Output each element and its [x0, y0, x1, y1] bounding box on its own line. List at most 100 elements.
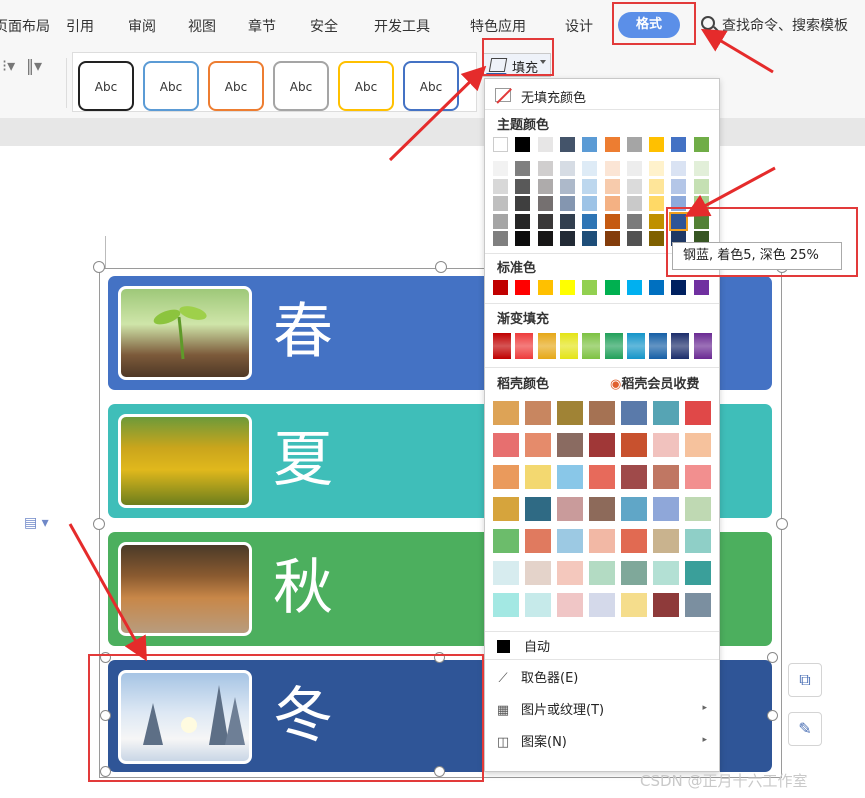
theme-color-swatch[interactable]	[537, 137, 553, 152]
daoke-color-swatch[interactable]	[589, 433, 615, 457]
daoke-color-swatch[interactable]	[493, 465, 519, 489]
theme-shade-swatch[interactable]	[493, 231, 508, 246]
theme-shade-swatch[interactable]	[515, 196, 531, 211]
winter-handle-top-right[interactable]	[767, 652, 778, 663]
daoke-color-swatch[interactable]	[653, 465, 679, 489]
eyedropper-item[interactable]: ⟋ 取色器(E)	[495, 667, 578, 686]
document-options-icon[interactable]: ▤ ▾	[24, 515, 49, 531]
gradient-swatch[interactable]	[582, 333, 601, 359]
theme-shade-swatch[interactable]	[604, 196, 620, 211]
theme-color-swatch[interactable]	[493, 137, 508, 152]
shape-style-2[interactable]: Abc	[143, 61, 199, 111]
shape-style-3[interactable]: Abc	[208, 61, 264, 111]
theme-shade-swatch[interactable]	[559, 196, 575, 211]
theme-shade-swatch[interactable]	[582, 161, 598, 176]
daoke-color-swatch[interactable]	[653, 497, 679, 521]
theme-shade-swatch[interactable]	[559, 231, 575, 246]
theme-shade-swatch[interactable]	[493, 213, 508, 229]
daoke-color-swatch[interactable]	[525, 561, 551, 585]
gradient-swatch[interactable]	[626, 333, 645, 359]
daoke-color-swatch[interactable]	[493, 497, 519, 521]
theme-shade-swatch[interactable]	[515, 213, 531, 229]
daoke-color-swatch[interactable]	[557, 529, 583, 553]
theme-shade-swatch[interactable]	[626, 231, 642, 246]
theme-color-swatch[interactable]	[693, 137, 709, 152]
daoke-color-swatch[interactable]	[557, 561, 583, 585]
tab-sections[interactable]: 章节	[248, 16, 276, 36]
tab-security[interactable]: 安全	[310, 16, 338, 36]
daoke-color-swatch[interactable]	[493, 401, 519, 425]
tab-view[interactable]: 视图	[188, 16, 216, 36]
standard-color-swatch[interactable]	[649, 280, 665, 295]
theme-shade-swatch[interactable]	[537, 161, 553, 176]
theme-shade-swatch[interactable]	[693, 178, 709, 194]
daoke-color-swatch[interactable]	[653, 529, 679, 553]
theme-shade-swatch[interactable]	[537, 178, 553, 194]
daoke-color-swatch[interactable]	[525, 401, 551, 425]
theme-shade-swatch[interactable]	[493, 196, 508, 211]
daoke-color-swatch[interactable]	[685, 497, 711, 521]
daoke-color-swatch[interactable]	[685, 561, 711, 585]
daoke-color-swatch[interactable]	[589, 561, 615, 585]
shape-style-5[interactable]: Abc	[338, 61, 394, 111]
standard-color-swatch[interactable]	[582, 280, 598, 295]
theme-color-swatch[interactable]	[626, 137, 642, 152]
command-search[interactable]: 查找命令、搜索模板	[722, 15, 848, 35]
gradient-swatch[interactable]	[693, 333, 712, 359]
theme-shade-swatch[interactable]	[559, 213, 575, 229]
theme-shade-swatch[interactable]	[537, 196, 553, 211]
tab-review[interactable]: 审阅	[128, 16, 156, 36]
daoke-color-swatch[interactable]	[621, 593, 647, 617]
daoke-color-swatch[interactable]	[493, 529, 519, 553]
daoke-color-swatch[interactable]	[525, 593, 551, 617]
theme-shade-swatch[interactable]	[693, 161, 709, 176]
tab-design[interactable]: 设计	[565, 16, 593, 36]
daoke-color-swatch[interactable]	[621, 561, 647, 585]
theme-shade-swatch[interactable]	[515, 161, 531, 176]
daoke-color-swatch[interactable]	[557, 465, 583, 489]
distribute-menu-icon[interactable]: ‖▾	[26, 56, 42, 75]
resize-handle-top[interactable]	[435, 261, 447, 273]
standard-color-swatch[interactable]	[493, 280, 508, 295]
daoke-color-swatch[interactable]	[589, 529, 615, 553]
daoke-color-swatch[interactable]	[653, 593, 679, 617]
no-fill-item[interactable]: 无填充颜色	[495, 87, 586, 106]
theme-shade-swatch[interactable]	[493, 161, 508, 176]
daoke-color-swatch[interactable]	[525, 529, 551, 553]
resize-handle-top-left[interactable]	[93, 261, 105, 273]
theme-shade-swatch[interactable]	[671, 161, 687, 176]
standard-color-swatch[interactable]	[693, 280, 709, 295]
daoke-color-swatch[interactable]	[589, 465, 615, 489]
theme-color-swatch[interactable]	[671, 137, 687, 152]
theme-shade-swatch[interactable]	[582, 213, 598, 229]
theme-shade-swatch[interactable]	[582, 196, 598, 211]
daoke-color-swatch[interactable]	[621, 433, 647, 457]
daoke-color-swatch[interactable]	[493, 561, 519, 585]
theme-shade-swatch[interactable]	[582, 178, 598, 194]
daoke-color-swatch[interactable]	[557, 497, 583, 521]
daoke-color-swatch[interactable]	[685, 529, 711, 553]
shape-style-6[interactable]: Abc	[403, 61, 459, 111]
gradient-swatch[interactable]	[671, 333, 690, 359]
daoke-color-swatch[interactable]	[557, 401, 583, 425]
daoke-color-swatch[interactable]	[621, 465, 647, 489]
picture-texture-item[interactable]: ▦ 图片或纹理(T)	[495, 699, 604, 718]
daoke-color-swatch[interactable]	[685, 433, 711, 457]
daoke-color-swatch[interactable]	[589, 593, 615, 617]
daoke-color-swatch[interactable]	[621, 401, 647, 425]
search-icon[interactable]	[701, 16, 715, 30]
gradient-swatch[interactable]	[537, 333, 556, 359]
theme-shade-swatch[interactable]	[537, 231, 553, 246]
theme-color-swatch[interactable]	[515, 137, 531, 152]
theme-color-swatch[interactable]	[604, 137, 620, 152]
theme-shade-swatch[interactable]	[559, 178, 575, 194]
theme-shade-swatch[interactable]	[493, 178, 508, 194]
daoke-color-swatch[interactable]	[493, 593, 519, 617]
member-fee-link[interactable]: ◉稻壳会员收费	[610, 373, 699, 392]
daoke-color-swatch[interactable]	[557, 433, 583, 457]
daoke-color-swatch[interactable]	[525, 465, 551, 489]
theme-shade-swatch[interactable]	[626, 178, 642, 194]
daoke-color-swatch[interactable]	[557, 593, 583, 617]
align-menu-icon[interactable]: ⁝▾	[2, 56, 15, 75]
shape-style-1[interactable]: Abc	[78, 61, 134, 111]
